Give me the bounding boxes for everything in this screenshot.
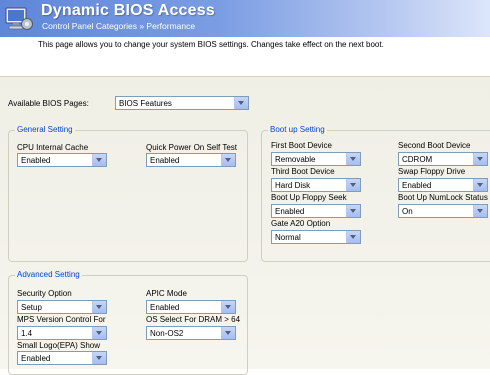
quick-post-select[interactable]: Enabled — [146, 153, 236, 167]
apic-mode-select[interactable]: Enabled — [146, 300, 236, 314]
os-select-dram-value: Non-OS2 — [150, 329, 184, 338]
chevron-down-icon[interactable] — [346, 179, 360, 191]
chevron-down-icon[interactable] — [92, 154, 106, 166]
mps-version-select[interactable]: 1.4 — [17, 326, 107, 340]
swap-floppy-drive-select[interactable]: Enabled — [398, 178, 488, 192]
gate-a20-value: Normal — [275, 233, 301, 242]
os-select-dram-select[interactable]: Non-OS2 — [146, 326, 236, 340]
mps-version-label: MPS Version Control For — [17, 315, 106, 324]
computer-settings-icon — [5, 7, 33, 30]
quick-post-value: Enabled — [150, 156, 180, 165]
numlock-status-value: On — [402, 207, 413, 216]
floppy-seek-value: Enabled — [275, 207, 305, 216]
security-option-value: Setup — [21, 303, 42, 312]
swap-floppy-drive-value: Enabled — [402, 181, 432, 190]
mps-version-value: 1.4 — [21, 329, 33, 338]
advanced-setting-legend: Advanced Setting — [15, 270, 82, 279]
floppy-seek-select[interactable]: Enabled — [271, 204, 361, 218]
quick-post-label: Quick Power On Self Test — [146, 143, 237, 152]
small-logo-value: Enabled — [21, 354, 51, 363]
chevron-down-icon[interactable] — [221, 327, 235, 339]
chevron-down-icon[interactable] — [92, 327, 106, 339]
second-boot-device-label: Second Boot Device — [398, 141, 471, 150]
chevron-down-icon[interactable] — [346, 231, 360, 243]
small-logo-label: Small Logo(EPA) Show — [17, 341, 100, 350]
settings-panel: Available BIOS Pages: BIOS Features Gene… — [0, 76, 490, 375]
cpu-internal-cache-value: Enabled — [21, 156, 51, 165]
chevron-down-icon[interactable] — [92, 352, 106, 364]
second-boot-device-select[interactable]: CDROM — [398, 152, 488, 166]
general-setting-legend: General Setting — [15, 125, 75, 134]
third-boot-device-select[interactable]: Hard Disk — [271, 178, 361, 192]
chevron-down-icon[interactable] — [346, 153, 360, 165]
floppy-seek-label: Boot Up Floppy Seek — [271, 193, 347, 202]
chevron-down-icon[interactable] — [473, 153, 487, 165]
chevron-down-icon[interactable] — [92, 301, 106, 313]
cpu-internal-cache-label: CPU Internal Cache — [17, 143, 89, 152]
bios-pages-select-value: BIOS Features — [119, 99, 172, 108]
chevron-down-icon[interactable] — [473, 179, 487, 191]
bios-pages-label: Available BIOS Pages: — [8, 99, 89, 108]
chevron-down-icon[interactable] — [221, 154, 235, 166]
chevron-down-icon[interactable] — [221, 301, 235, 313]
third-boot-device-label: Third Boot Device — [271, 167, 335, 176]
security-option-select[interactable]: Setup — [17, 300, 107, 314]
cpu-internal-cache-select[interactable]: Enabled — [17, 153, 107, 167]
boot-setting-legend: Boot up Setting — [268, 125, 327, 134]
page-title: Dynamic BIOS Access — [41, 2, 215, 19]
breadcrumb: Control Panel Categories » Performance — [42, 21, 196, 31]
swap-floppy-drive-label: Swap Floppy Drive — [398, 167, 466, 176]
chevron-down-icon[interactable] — [473, 205, 487, 217]
page-description: This page allows you to change your syst… — [38, 40, 384, 49]
header-banner: Dynamic BIOS Access Control Panel Catego… — [0, 0, 490, 37]
chevron-down-icon[interactable] — [346, 205, 360, 217]
os-select-dram-label: OS Select For DRAM > 64 — [146, 315, 241, 324]
small-logo-select[interactable]: Enabled — [17, 351, 107, 365]
chevron-down-icon[interactable] — [234, 97, 248, 109]
apic-mode-label: APIC Mode — [146, 289, 187, 298]
gate-a20-select[interactable]: Normal — [271, 230, 361, 244]
first-boot-device-value: Removable — [275, 155, 316, 164]
gate-a20-label: Gate A20 Option — [271, 219, 331, 228]
second-boot-device-value: CDROM — [402, 155, 433, 164]
numlock-status-select[interactable]: On — [398, 204, 488, 218]
numlock-status-label: Boot Up NumLock Status — [398, 193, 488, 202]
security-option-label: Security Option — [17, 289, 72, 298]
first-boot-device-select[interactable]: Removable — [271, 152, 361, 166]
first-boot-device-label: First Boot Device — [271, 141, 332, 150]
bios-pages-select[interactable]: BIOS Features — [115, 96, 249, 110]
apic-mode-value: Enabled — [150, 303, 180, 312]
third-boot-device-value: Hard Disk — [275, 181, 311, 190]
